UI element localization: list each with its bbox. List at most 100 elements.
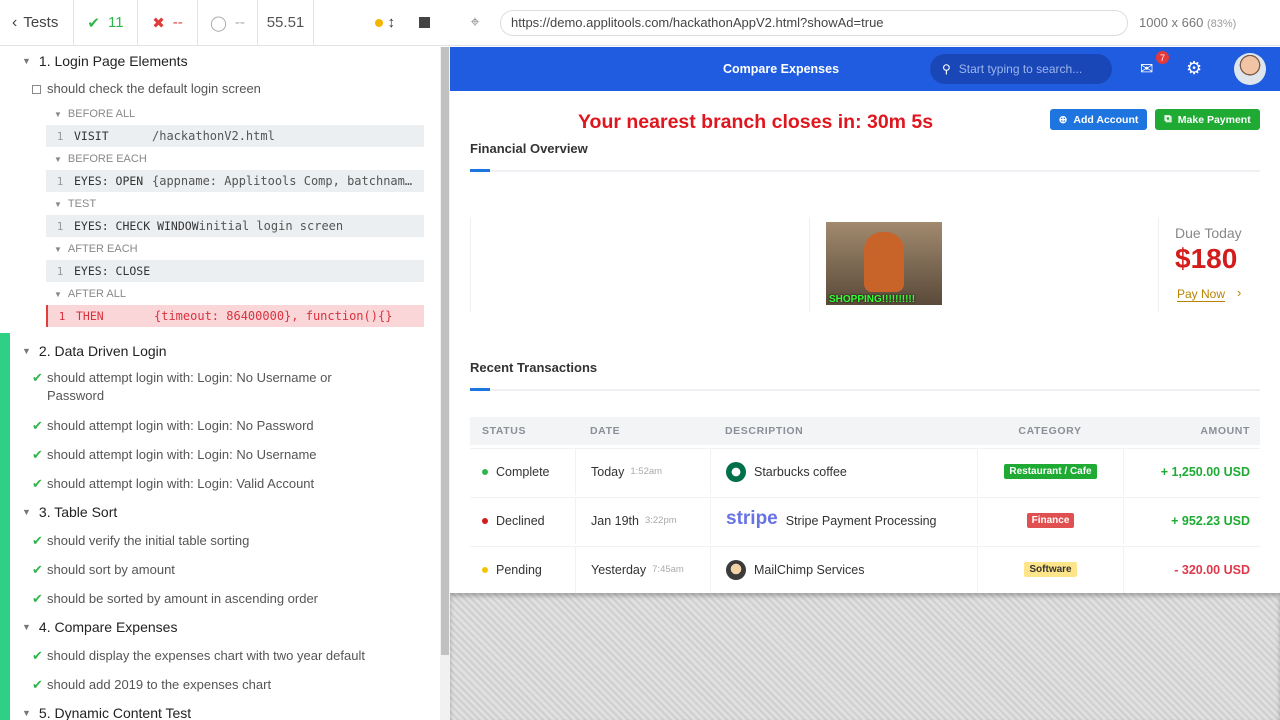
amount-cell: + 1,250.00 USD [1123, 448, 1260, 495]
category-cell: Restaurant / Cafe [977, 448, 1123, 495]
selector-playground-icon[interactable]: ⌖ [450, 14, 500, 32]
status-cell: Pending [470, 563, 575, 577]
shopping-ad-image[interactable]: SHOPPING!!!!!!!!!! [826, 222, 942, 305]
command-row[interactable]: 1 EYES: CHECK WINDOW initial login scree… [46, 215, 424, 237]
test-label: should check the default login screen [47, 81, 261, 96]
transactions-table: STATUS DATE DESCRIPTION CATEGORY AMOUNT … [470, 417, 1260, 593]
test-item[interactable]: ✔ should attempt login with: Login: Vali… [0, 469, 440, 498]
check-icon: ✔ [32, 676, 43, 692]
financial-overview-title: Financial Overview [470, 141, 588, 156]
command-message: initial login screen [198, 219, 344, 233]
hook-after-all: ▼ AFTER ALL [0, 283, 440, 305]
app-frame: Compare Expenses ⚲ Start typing to searc… [450, 47, 1280, 593]
notification-badge: 7 [1156, 51, 1169, 64]
section-divider [470, 388, 1260, 391]
test-item[interactable]: ✔ should verify the initial table sortin… [0, 526, 440, 555]
add-account-button[interactable]: ⊕ Add Account [1050, 109, 1147, 130]
avatar[interactable] [1234, 53, 1266, 85]
suite-title[interactable]: ▼ 1. Login Page Elements [0, 47, 440, 75]
test-item[interactable]: ✔ should add 2019 to the expenses chart [0, 670, 440, 699]
check-icon: ✔ [32, 475, 43, 491]
test-label: should attempt login with: Login: Valid … [47, 475, 315, 491]
reporter-scrollbar[interactable] [440, 47, 450, 720]
messages-icon[interactable]: ✉ [1140, 59, 1153, 79]
test-item[interactable]: ✔ should display the expenses chart with… [0, 641, 440, 670]
circle-notch-icon: ◯ [210, 14, 227, 32]
arrows-vertical-icon: ↕ [387, 14, 396, 31]
status-text: Declined [496, 513, 545, 528]
tests-label: Tests [23, 14, 59, 31]
search-input[interactable]: ⚲ Start typing to search... [930, 54, 1112, 84]
time-text: 1:52am [630, 466, 663, 477]
description-cell: MailChimp Services [710, 546, 977, 593]
due-today-panel: Due Today $180 Pay Now › [1158, 217, 1260, 312]
caret-down-icon: ▼ [22, 507, 31, 517]
description-text: Stripe Payment Processing [785, 513, 937, 528]
column-header[interactable]: DESCRIPTION [710, 417, 977, 445]
suite-title[interactable]: ▼ 4. Compare Expenses [0, 613, 440, 641]
description-text: Starbucks coffee [754, 464, 847, 479]
test-item[interactable]: ✔ should be sorted by amount in ascendin… [0, 584, 440, 613]
test-item[interactable]: ✔ should attempt login with: Login: No U… [0, 365, 440, 411]
financial-overview: SHOPPING!!!!!!!!!! Due Today $180 Pay No… [470, 217, 1260, 312]
test-item[interactable]: ✔ should sort by amount [0, 555, 440, 584]
caret-down-icon: ▼ [22, 56, 31, 66]
suite-title[interactable]: ▼ 3. Table Sort [0, 498, 440, 526]
command-name: EYES: CLOSE [74, 264, 151, 278]
column-header[interactable]: CATEGORY [977, 417, 1123, 445]
passed-count: ✔ 11 [74, 0, 138, 45]
test-label: should attempt login with: Login: No Use… [47, 446, 317, 462]
test-item[interactable]: should check the default login screen [0, 75, 440, 103]
suite-title[interactable]: ▼ 2. Data Driven Login [0, 337, 440, 365]
column-header[interactable]: DATE [575, 417, 710, 445]
date-cell: Jan 19th 3:22pm [575, 497, 710, 544]
description-cell: Starbucks coffee [710, 448, 977, 495]
hook-test: ▼ TEST [0, 193, 440, 215]
command-row-failed[interactable]: 1 THEN {timeout: 86400000}, function(){} [46, 305, 424, 327]
make-payment-label: Make Payment [1177, 113, 1251, 126]
check-icon: ✔ [32, 370, 43, 385]
table-row[interactable]: Complete Today 1:52am Starbucks coffee Re… [470, 448, 1260, 495]
test-item[interactable]: ✔ should attempt login with: Login: No U… [0, 440, 440, 469]
table-row[interactable]: Pending Yesterday 7:45am MailChimp Servic… [470, 546, 1260, 593]
suite-label: 3. Table Sort [38, 504, 118, 520]
command-row[interactable]: 1 EYES: OPEN {appname: Applitools Comp, … [46, 170, 424, 192]
viewport-background [450, 593, 1280, 720]
command-row[interactable]: 1 VISIT /hackathonV2.html [46, 125, 424, 147]
test-label: should attempt login with: Login: No Pas… [47, 417, 314, 433]
x-icon: ✖ [152, 14, 165, 32]
tests-button[interactable]: ‹ Tests [0, 0, 74, 45]
date-text: Yesterday [591, 562, 647, 577]
suite-label: 5. Dynamic Content Test [38, 705, 192, 720]
auto-scroll-toggle[interactable]: ↕ [375, 14, 395, 31]
table-row[interactable]: Declined Jan 19th 3:22pm stripe Stripe Pay… [470, 497, 1260, 544]
duration: 55.51 [258, 0, 314, 45]
due-label: Due Today [1175, 225, 1242, 241]
column-header[interactable]: STATUS [470, 417, 575, 445]
bear-figure [864, 232, 904, 292]
command-message: {appname: Applitools Comp, batchnam… [152, 174, 413, 188]
category-tag: Finance [1026, 513, 1075, 528]
scroll-thumb[interactable] [441, 47, 449, 655]
command-name: EYES: OPEN [74, 174, 144, 188]
checkbox-icon [32, 84, 41, 94]
test-item[interactable]: ✔ should attempt login with: Login: No P… [0, 411, 440, 440]
command-row[interactable]: 1 EYES: CLOSE [46, 260, 424, 282]
category-tag: Software [1024, 562, 1077, 577]
check-icon: ✔ [32, 647, 43, 663]
url-bar[interactable]: https://demo.applitools.com/hackathonApp… [500, 9, 1128, 36]
pay-now-link[interactable]: Pay Now [1177, 287, 1226, 302]
viewport-size: 1000 x 660 (83%) [1139, 15, 1236, 30]
column-header[interactable]: AMOUNT [1123, 417, 1260, 445]
status-text: Pending [496, 562, 542, 577]
status-cell: Complete [470, 465, 575, 479]
command-number: 1 [56, 264, 64, 278]
suite-title[interactable]: ▼ 5. Dynamic Content Test [0, 699, 440, 720]
gear-icon[interactable]: ⚙ [1186, 58, 1202, 79]
caret-down-icon: ▼ [22, 622, 31, 632]
stop-icon[interactable] [419, 17, 430, 28]
make-payment-button[interactable]: ⧉ Make Payment [1155, 109, 1260, 130]
time-text: 3:22pm [644, 515, 677, 526]
ad-caption: SHOPPING!!!!!!!!!! [829, 294, 916, 305]
description-cell: stripe Stripe Payment Processing [710, 497, 977, 544]
